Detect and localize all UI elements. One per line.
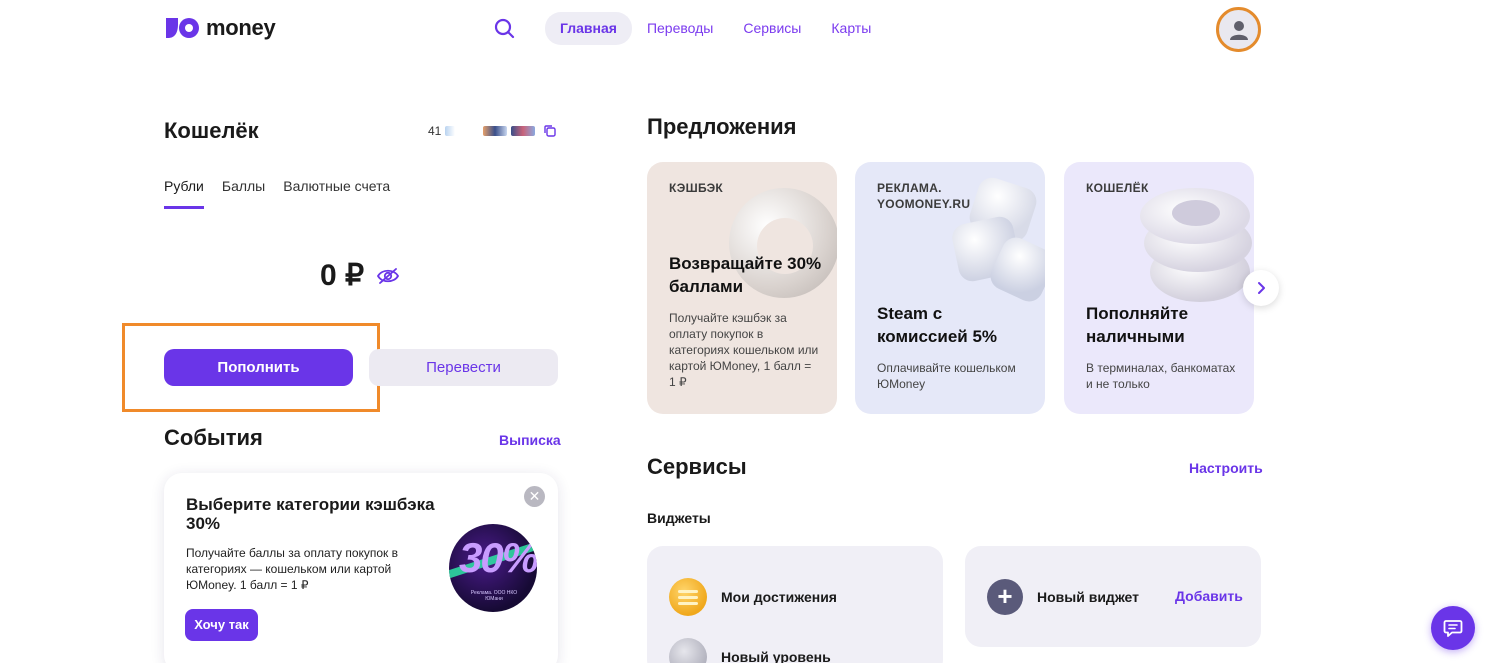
wallet-title: Кошелёк [164, 118, 259, 143]
offer-heading: Пополняйте наличными [1086, 304, 1189, 346]
widget-item-label: Мои достижения [721, 589, 837, 605]
user-icon [1229, 20, 1248, 40]
balance-block: 0 ₽ [320, 258, 400, 293]
offer-card-cash-topup[interactable]: КОШЕЛЁК Пополняйте наличными В терминала… [1064, 162, 1254, 414]
masked-digits [483, 126, 508, 136]
close-icon[interactable]: ✕ [524, 486, 545, 507]
wallet-number-prefix: 41 [428, 124, 442, 138]
eye-hidden-icon[interactable] [376, 266, 400, 286]
nav-item-home[interactable]: Главная [545, 12, 632, 45]
search-button[interactable] [492, 16, 518, 42]
logo-mark-icon [166, 18, 199, 38]
promo-title: Выберите категории кэшбэка 30% [186, 495, 435, 533]
offers-title: Предложения [647, 114, 797, 139]
cashback-promo-card: Выберите категории кэшбэка 30% Получайте… [164, 473, 558, 663]
offer-description: Получайте кэшбэк за оплату покупок в кат… [669, 311, 819, 389]
tab-rubles[interactable]: Рубли [164, 178, 204, 209]
widget-item[interactable]: Новый уровень [669, 638, 831, 663]
widget-item[interactable]: Мои достижения [669, 578, 837, 616]
offer-tag: КЭШБЭК [669, 181, 724, 195]
plus-icon[interactable]: + [987, 579, 1023, 615]
level-icon [669, 638, 707, 663]
offer-card-cashback[interactable]: КЭШБЭК Возвращайте 30% баллами Получайте… [647, 162, 837, 414]
nav-item-transfers[interactable]: Переводы [632, 12, 728, 45]
tab-points[interactable]: Баллы [222, 178, 265, 209]
promo-cta-button[interactable]: Хочу так [185, 609, 258, 641]
decor-shape [1172, 200, 1220, 226]
configure-link[interactable]: Настроить [1189, 460, 1263, 476]
logo-text: money [206, 15, 276, 40]
offer-description: В терминалах, банкоматах и не только [1086, 361, 1236, 391]
events-title: События [164, 425, 263, 450]
offer-heading: Steam с комиссией 5% [877, 304, 998, 346]
statement-link[interactable]: Выписка [499, 432, 561, 448]
tab-currency-accounts[interactable]: Валютные счета [283, 178, 390, 209]
chat-icon [1443, 620, 1463, 637]
transfer-button[interactable]: Перевести [369, 349, 558, 386]
balance-value: 0 ₽ [320, 259, 365, 292]
offer-heading: Возвращайте 30% баллами [669, 254, 822, 296]
nav-item-services[interactable]: Сервисы [728, 12, 816, 45]
badge-number: 30% [459, 534, 537, 581]
widget-card-achievements: Мои достижения Новый уровень [647, 546, 943, 663]
masked-digits [511, 126, 536, 136]
add-widget-link[interactable]: Добавить [1175, 588, 1243, 604]
cashback-badge-image: 30% Реклама. ООО НКО ЮМани [449, 524, 537, 612]
services-title: Сервисы [647, 454, 747, 479]
yoomoney-logo[interactable]: money [164, 14, 276, 42]
widget-item-label: Новый уровень [721, 649, 831, 663]
chevron-right-icon [1258, 282, 1265, 294]
offer-tag: КОШЕЛЁК [1086, 181, 1149, 195]
offer-description: Оплачивайте кошельком ЮMoney [877, 361, 1016, 391]
new-widget-row: + Новый виджет [987, 579, 1139, 615]
offer-tag: РЕКЛАМА. YOOMONEY.RU [877, 181, 971, 211]
avatar[interactable] [1216, 7, 1261, 52]
topup-button[interactable]: Пополнить [164, 349, 353, 386]
search-icon [494, 18, 515, 39]
copy-icon[interactable] [543, 124, 557, 138]
wallet-tabs: Рубли Баллы Валютные счета [164, 178, 390, 209]
widget-card-new: + Новый виджет Добавить [965, 546, 1261, 647]
carousel-next-button[interactable] [1243, 270, 1279, 306]
coin-icon [669, 578, 707, 616]
promo-text: Получайте баллы за оплату покупок в кате… [186, 546, 399, 592]
support-chat-button[interactable] [1431, 606, 1475, 650]
offer-card-steam[interactable]: РЕКЛАМА. YOOMONEY.RU Steam с комиссией 5… [855, 162, 1045, 414]
widgets-label: Виджеты [647, 510, 711, 526]
new-widget-label: Новый виджет [1037, 589, 1140, 605]
top-bar: money Главная Переводы Сервисы Карты [0, 0, 1500, 56]
badge-fineprint: Реклама. ООО НКО ЮМани [470, 590, 518, 602]
wallet-number: 41 [428, 124, 557, 138]
nav-item-cards[interactable]: Карты [816, 12, 886, 45]
main-nav: Главная Переводы Сервисы Карты [545, 12, 886, 45]
masked-digits [445, 126, 456, 136]
